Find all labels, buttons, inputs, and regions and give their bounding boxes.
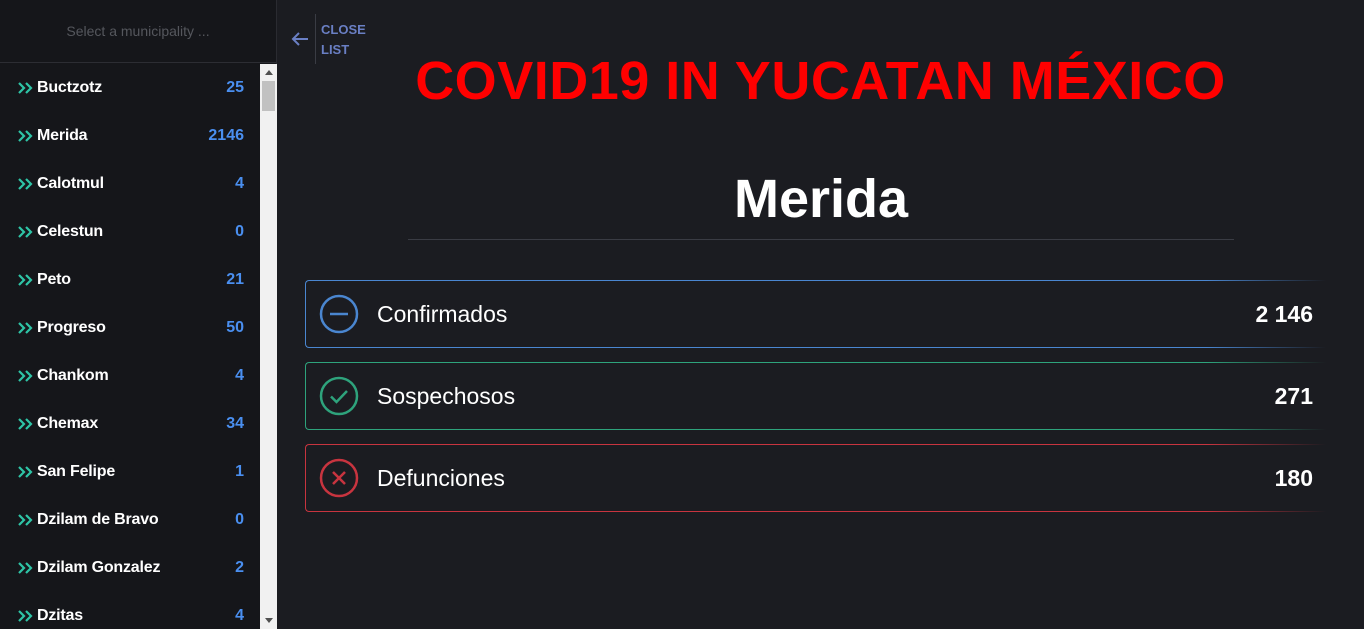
list-item[interactable]: Celestun 0 [0,208,260,256]
list-item[interactable]: Progreso 50 [0,304,260,352]
municipality-name: Chankom [37,367,109,384]
stat-deaths-card: Defunciones 180 [305,444,1326,512]
municipality-name: Dzilam Gonzalez [37,559,161,576]
municipality-name: Dzitas [37,607,83,624]
municipality-name: Peto [37,271,71,288]
municipality-search-input[interactable] [18,23,258,39]
municipality-count: 0 [235,223,244,240]
municipality-list: Buctzotz 25 Merida 2146 Calotmul 4 Celes… [0,64,260,629]
municipality-name: San Felipe [37,463,116,480]
list-item[interactable]: San Felipe 1 [0,448,260,496]
municipality-count: 2 [235,559,244,576]
stat-value: 180 [1274,464,1313,491]
minus-circle-icon [319,294,359,334]
scroll-down-arrow-icon[interactable] [260,612,277,629]
municipality-name: Chemax [37,415,99,432]
list-item[interactable]: Dzilam de Bravo 0 [0,496,260,544]
double-chevron-right-icon [18,514,34,526]
double-chevron-right-icon [18,562,34,574]
municipality-count: 25 [226,79,244,96]
app: Buctzotz 25 Merida 2146 Calotmul 4 Celes… [0,0,1364,629]
municipality-name: Calotmul [37,175,104,192]
selected-municipality-title: Merida [733,169,909,229]
double-chevron-right-icon [18,322,34,334]
list-item[interactable]: Peto 21 [0,256,260,304]
municipality-name: Merida [37,127,88,144]
double-chevron-right-icon [18,466,34,478]
scroll-up-arrow-icon[interactable] [260,64,277,81]
double-chevron-right-icon [18,610,34,622]
double-chevron-right-icon [18,178,34,190]
municipality-count: 2146 [208,127,244,144]
list-item[interactable]: Calotmul 4 [0,160,260,208]
scrollbar-thumb[interactable] [262,81,275,111]
municipality-count: 21 [226,271,244,288]
municipality-count: 4 [235,367,244,384]
list-item[interactable]: Dzilam Gonzalez 2 [0,544,260,592]
municipality-count: 0 [235,511,244,528]
x-circle-icon [319,458,359,498]
municipality-count: 1 [235,463,244,480]
municipality-count: 4 [235,175,244,192]
search-box [0,0,276,63]
title-divider [408,239,1234,240]
double-chevron-right-icon [18,418,34,430]
list-item[interactable]: Chemax 34 [0,400,260,448]
list-item[interactable]: Merida 2146 [0,112,260,160]
stat-label: Confirmados [377,300,508,327]
list-item[interactable]: Buctzotz 25 [0,64,260,112]
stat-value: 2 146 [1255,300,1313,327]
municipality-count: 50 [226,319,244,336]
stat-label: Sospechosos [377,382,516,409]
double-chevron-right-icon [18,226,34,238]
stat-confirmed-card: Confirmados 2 146 [305,280,1326,348]
double-chevron-right-icon [18,274,34,286]
list-scrollbar[interactable] [260,64,277,629]
municipality-name: Progreso [37,319,106,336]
municipality-count: 34 [226,415,244,432]
sidebar: Buctzotz 25 Merida 2146 Calotmul 4 Celes… [0,0,277,629]
list-item[interactable]: Dzitas 4 [0,592,260,629]
page-title: COVID19 IN YUCATAN MÉXICO [415,51,1226,111]
stat-label: Defunciones [377,464,505,491]
municipality-name: Dzilam de Bravo [37,511,159,528]
double-chevron-right-icon [18,130,34,142]
municipality-name: Celestun [37,223,103,240]
stat-suspected-card: Sospechosos 271 [305,362,1326,430]
municipality-name: Buctzotz [37,79,103,96]
double-chevron-right-icon [18,82,34,94]
municipality-count: 4 [235,607,244,624]
double-chevron-right-icon [18,370,34,382]
check-circle-icon [319,376,359,416]
stat-value: 271 [1274,382,1313,409]
list-item[interactable]: Chankom 4 [0,352,260,400]
